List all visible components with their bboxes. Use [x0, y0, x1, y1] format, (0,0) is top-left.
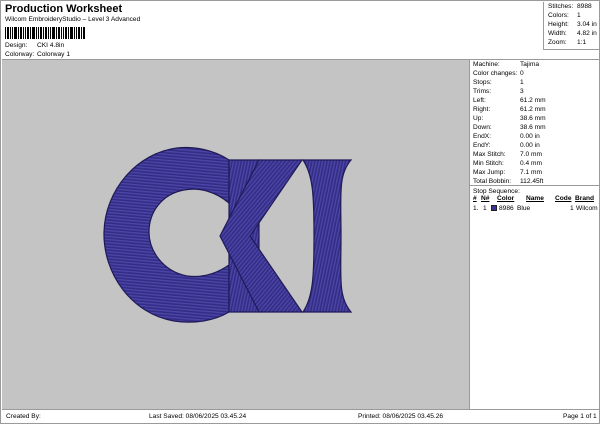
stat-stitches: Stitches: 8988 [548, 3, 592, 11]
stat-label: Height: [548, 21, 569, 28]
stat-value: 4.82 in [577, 30, 597, 37]
created-by: Created By: [6, 413, 41, 420]
info-value: 0.4 mm [520, 160, 542, 167]
info-row: Machine: Tajima [473, 61, 540, 69]
stat-width: Width: 4.82 in [548, 30, 597, 38]
stat-height: Height: 3.04 in [548, 21, 597, 29]
info-label: Down: [473, 124, 492, 131]
info-value: 1 [520, 79, 524, 86]
row-name: Blue [517, 205, 531, 212]
embroidery-design [103, 146, 353, 323]
info-value: 0.00 in [520, 133, 540, 140]
info-label: Right: [473, 106, 491, 113]
info-row: Right: 61.2 mm [473, 106, 546, 114]
stop-sequence-section: Stop Sequence: [470, 185, 600, 195]
page-title: Production Worksheet [5, 3, 123, 15]
color-swatch [491, 205, 497, 211]
info-value: 3 [520, 88, 524, 95]
info-value: 38.6 mm [520, 115, 546, 122]
info-row: Max Jump: 7.1 mm [473, 169, 542, 177]
letter-c-shape [103, 146, 230, 323]
info-row: Left: 61.2 mm [473, 97, 546, 105]
stat-label: Width: [548, 30, 567, 37]
info-value: 38.6 mm [520, 124, 546, 131]
colorway-value: Colorway 1 [37, 51, 70, 58]
row-index: 1. [473, 205, 479, 212]
design-row: Design: CKI 4.8in [5, 42, 65, 50]
design-preview [2, 59, 469, 409]
worksheet-page: Production Worksheet Wilcom EmbroiderySt… [0, 0, 600, 424]
info-row: Color changes: 0 [473, 70, 524, 78]
info-label: Trims: [473, 88, 492, 95]
row-brand: Wilcom [576, 205, 598, 212]
info-value: 112.45ft [520, 178, 544, 185]
info-label: Up: [473, 115, 484, 122]
info-row: Stops: 1 [473, 79, 524, 87]
info-row: Max Stitch: 7.0 mm [473, 151, 542, 159]
page-footer: Created By: Last Saved: 08/06/2025 03.45… [2, 409, 600, 424]
row-code: 1 [570, 205, 574, 212]
design-label: Design: [5, 42, 28, 49]
info-row: EndX: 0.00 in [473, 133, 540, 141]
info-label: Color changes: [473, 70, 518, 77]
stop-sequence-row: 1. 1 8986 Blue 1 Wilcom [470, 205, 600, 214]
info-value: 61.2 mm [520, 97, 546, 104]
info-value: 0.00 in [520, 142, 540, 149]
stat-label: Colors: [548, 12, 569, 19]
col-color: Color [497, 195, 515, 202]
colorway-label: Colorway: [5, 51, 35, 58]
info-value: Tajima [520, 61, 540, 68]
stat-value: 8988 [577, 3, 592, 10]
stat-label: Stitches: [548, 3, 574, 10]
row-needle: 1 [483, 205, 487, 212]
barcode-icon [5, 27, 85, 39]
letter-i-shape [301, 159, 353, 313]
col-name: Name [526, 195, 544, 202]
row-stitches: 8986 [499, 205, 514, 212]
info-label: EndY: [473, 142, 491, 149]
info-label: Max Stitch: [473, 151, 506, 158]
col-brand: Brand [575, 195, 595, 202]
info-value: 0 [520, 70, 524, 77]
info-label: Left: [473, 97, 486, 104]
info-value: 7.1 mm [520, 169, 542, 176]
design-value: CKI 4.8in [37, 42, 65, 49]
colorway-row: Colorway: Colorway 1 [5, 51, 70, 59]
col-needle: N# [481, 195, 490, 202]
info-row: Trims: 3 [473, 88, 524, 96]
info-row: EndY: 0.00 in [473, 142, 540, 150]
page-number: Page 1 of 1 [563, 413, 597, 420]
last-saved: Last Saved: 08/06/2025 03.45.24 [149, 413, 247, 420]
info-label: Stops: [473, 79, 492, 86]
info-row: Up: 38.6 mm [473, 115, 546, 123]
printed-date: Printed: 08/06/2025 03.45.26 [358, 413, 444, 420]
info-value: 61.2 mm [520, 106, 546, 113]
col-code: Code [555, 195, 572, 202]
stat-label: Zoom: [548, 39, 567, 46]
col-index: # [473, 195, 477, 202]
machine-info-panel: Machine: Tajima Color changes: 0 Stops: 1 T… [469, 59, 600, 409]
info-label: Machine: [473, 61, 500, 68]
info-label: Min Stitch: [473, 160, 504, 167]
info-value: 7.0 mm [520, 151, 542, 158]
stop-sequence-columns: # N# Color Name Code Brand [470, 195, 600, 204]
info-label: Max Jump: [473, 169, 506, 176]
stat-zoom: Zoom: 1:1 [548, 39, 587, 47]
stat-value: 3.04 in [577, 21, 597, 28]
stat-value: 1 [577, 12, 581, 19]
stat-value: 1:1 [577, 39, 587, 46]
software-subtitle: Wilcom EmbroideryStudio – Level 3 Advanc… [5, 16, 141, 23]
stat-colors: Colors: 1 [548, 12, 581, 20]
info-row: Down: 38.6 mm [473, 124, 546, 132]
info-label: EndX: [473, 133, 491, 140]
info-row: Min Stitch: 0.4 mm [473, 160, 542, 168]
stats-box: Stitches: 8988 Colors: 1 Height: 3.04 in Wi… [543, 2, 600, 50]
